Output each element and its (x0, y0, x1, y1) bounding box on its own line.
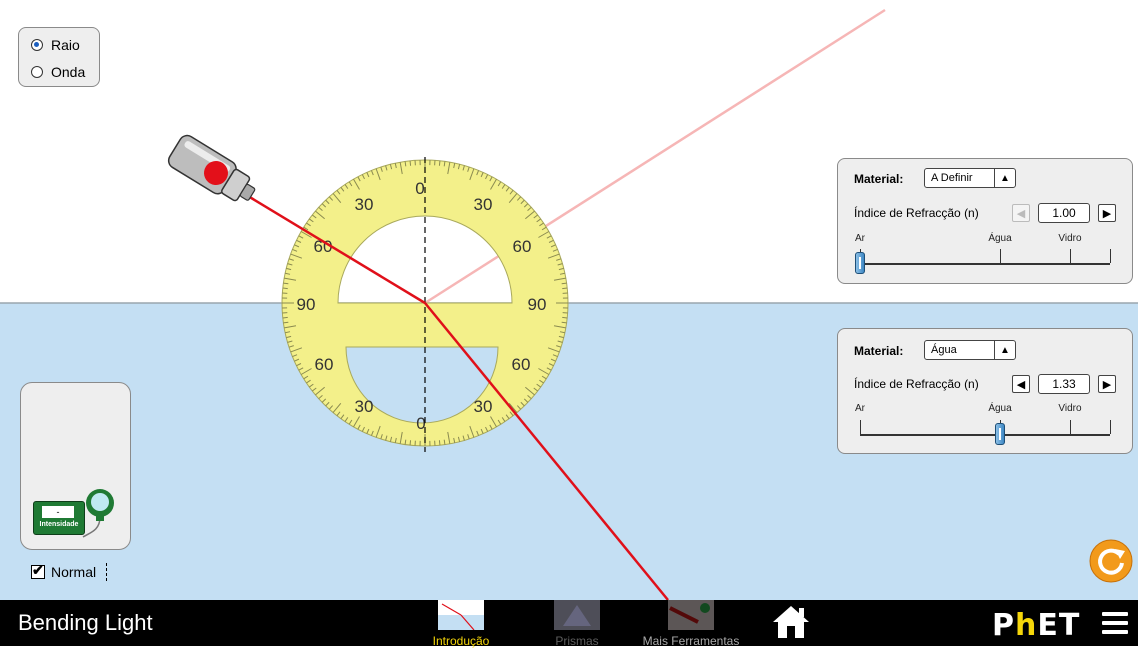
protractor-tick (562, 317, 567, 318)
laser-pointer[interactable] (166, 133, 262, 211)
protractor-tick (562, 322, 567, 323)
index-value-display: 1.33 (1038, 374, 1090, 394)
material-combo-box[interactable]: A Definir ▲ (924, 168, 1016, 188)
more-tools-screen-icon (668, 600, 714, 630)
index-decrement-button[interactable]: ◀ (1012, 375, 1030, 393)
protractor-label: 90 (528, 295, 547, 314)
index-slider-thumb[interactable] (855, 252, 865, 274)
protractor-label: 60 (513, 237, 532, 256)
screen-button-prisms[interactable]: Prismas (553, 600, 601, 633)
phet-logo-et: ET (1037, 608, 1080, 643)
ray-wave-panel: Raio Onda (18, 27, 100, 87)
radio-wave[interactable]: Onda (31, 64, 85, 80)
normal-line-icon (106, 563, 107, 581)
protractor-tick (562, 288, 567, 289)
slider-label-air: Ar (855, 233, 865, 244)
index-increment-button[interactable]: ▶ (1098, 375, 1116, 393)
phet-logo-h: h (1015, 608, 1037, 643)
slider-label-water: Água (988, 233, 1011, 244)
bottom-medium-panel: Material: Água ▲ Índice de Refracção (n)… (837, 328, 1133, 454)
screen-button-more-tools[interactable]: Mais Ferramentas (667, 600, 715, 633)
radio-ray-label: Raio (51, 37, 80, 53)
normal-checkbox[interactable]: Normal (31, 563, 107, 581)
slider-label-glass: Vidro (1058, 403, 1081, 414)
material-combo-value: Água (931, 344, 957, 356)
slider-tick (860, 420, 861, 434)
toolbox-panel: - Intensidade (20, 382, 131, 550)
protractor-tick (405, 440, 406, 445)
slider-label-water: Água (988, 403, 1011, 414)
intensity-label: Intensidade (34, 521, 84, 528)
hamburger-menu-icon[interactable] (1102, 612, 1128, 636)
normal-checkbox-box[interactable] (31, 565, 45, 579)
material-label: Material: (854, 172, 903, 186)
index-increment-button[interactable]: ▶ (1098, 204, 1116, 222)
intensity-probe-icon[interactable] (81, 487, 119, 543)
intensity-meter[interactable]: - Intensidade (33, 501, 85, 535)
normal-checkbox-label: Normal (51, 564, 96, 580)
protractor-tick (410, 440, 411, 445)
radio-wave-indicator[interactable] (31, 66, 43, 78)
index-slider-thumb[interactable] (995, 423, 1005, 445)
protractor-tick (405, 161, 406, 166)
protractor-label: 90 (297, 295, 316, 314)
reflected-ray (425, 10, 885, 303)
protractor-label: 30 (474, 195, 493, 214)
phet-logo[interactable]: PhET (992, 608, 1080, 643)
index-slider-track[interactable] (860, 434, 1110, 436)
screen-button-intro[interactable]: Introdução (437, 600, 485, 633)
protractor-tick (439, 440, 440, 445)
slider-tick (1070, 420, 1071, 434)
radio-wave-label: Onda (51, 64, 85, 80)
protractor-tick (283, 288, 288, 289)
navigation-bar: Bending Light Introdução Prismas Mais Fe… (0, 600, 1138, 646)
index-label: Índice de Refracção (n) (854, 206, 979, 220)
slider-tick (1110, 249, 1111, 263)
index-decrement-button[interactable]: ◀ (1012, 204, 1030, 222)
protractor-tick (283, 283, 288, 284)
material-combo-value: A Definir (931, 172, 973, 184)
home-icon[interactable] (771, 604, 811, 640)
intro-screen-icon (438, 600, 484, 630)
radio-ray-indicator[interactable] (31, 39, 43, 51)
protractor-tick (444, 161, 445, 166)
protractor-tick (444, 440, 445, 445)
protractor-label: 60 (512, 355, 531, 374)
index-slider-track[interactable] (860, 263, 1110, 265)
index-label: Índice de Refracção (n) (854, 377, 979, 391)
slider-tick (1110, 420, 1111, 434)
slider-label-glass: Vidro (1058, 233, 1081, 244)
protractor-tick (562, 283, 567, 284)
sim-title: Bending Light (18, 610, 153, 636)
triangle-up-icon[interactable]: ▲ (994, 341, 1015, 359)
scene-canvas: 0 30 60 90 60 30 0 30 60 90 60 30 (0, 0, 1138, 600)
protractor-tick (283, 322, 288, 323)
slider-tick (1070, 249, 1071, 263)
phet-logo-p: P (992, 608, 1015, 643)
protractor-tick (439, 161, 440, 166)
triangle-up-icon[interactable]: ▲ (994, 169, 1015, 187)
protractor-label: 0 (415, 179, 424, 198)
protractor-tick (283, 317, 288, 318)
protractor-label: 0 (416, 414, 425, 433)
slider-tick (1000, 249, 1001, 263)
radio-ray[interactable]: Raio (31, 37, 80, 53)
material-combo-box[interactable]: Água ▲ (924, 340, 1016, 360)
protractor-label: 30 (474, 397, 493, 416)
index-value-display: 1.00 (1038, 203, 1090, 223)
protractor-label: 30 (355, 195, 374, 214)
material-label: Material: (854, 344, 903, 358)
protractor-label: 30 (355, 397, 374, 416)
reset-all-button[interactable] (1088, 538, 1134, 584)
top-medium-panel: Material: A Definir ▲ Índice de Refracçã… (837, 158, 1133, 284)
protractor-label: 60 (315, 355, 334, 374)
prism-screen-icon (554, 600, 600, 630)
intensity-readout: - (42, 506, 74, 518)
slider-label-air: Ar (855, 403, 865, 414)
protractor-tick (410, 161, 411, 166)
